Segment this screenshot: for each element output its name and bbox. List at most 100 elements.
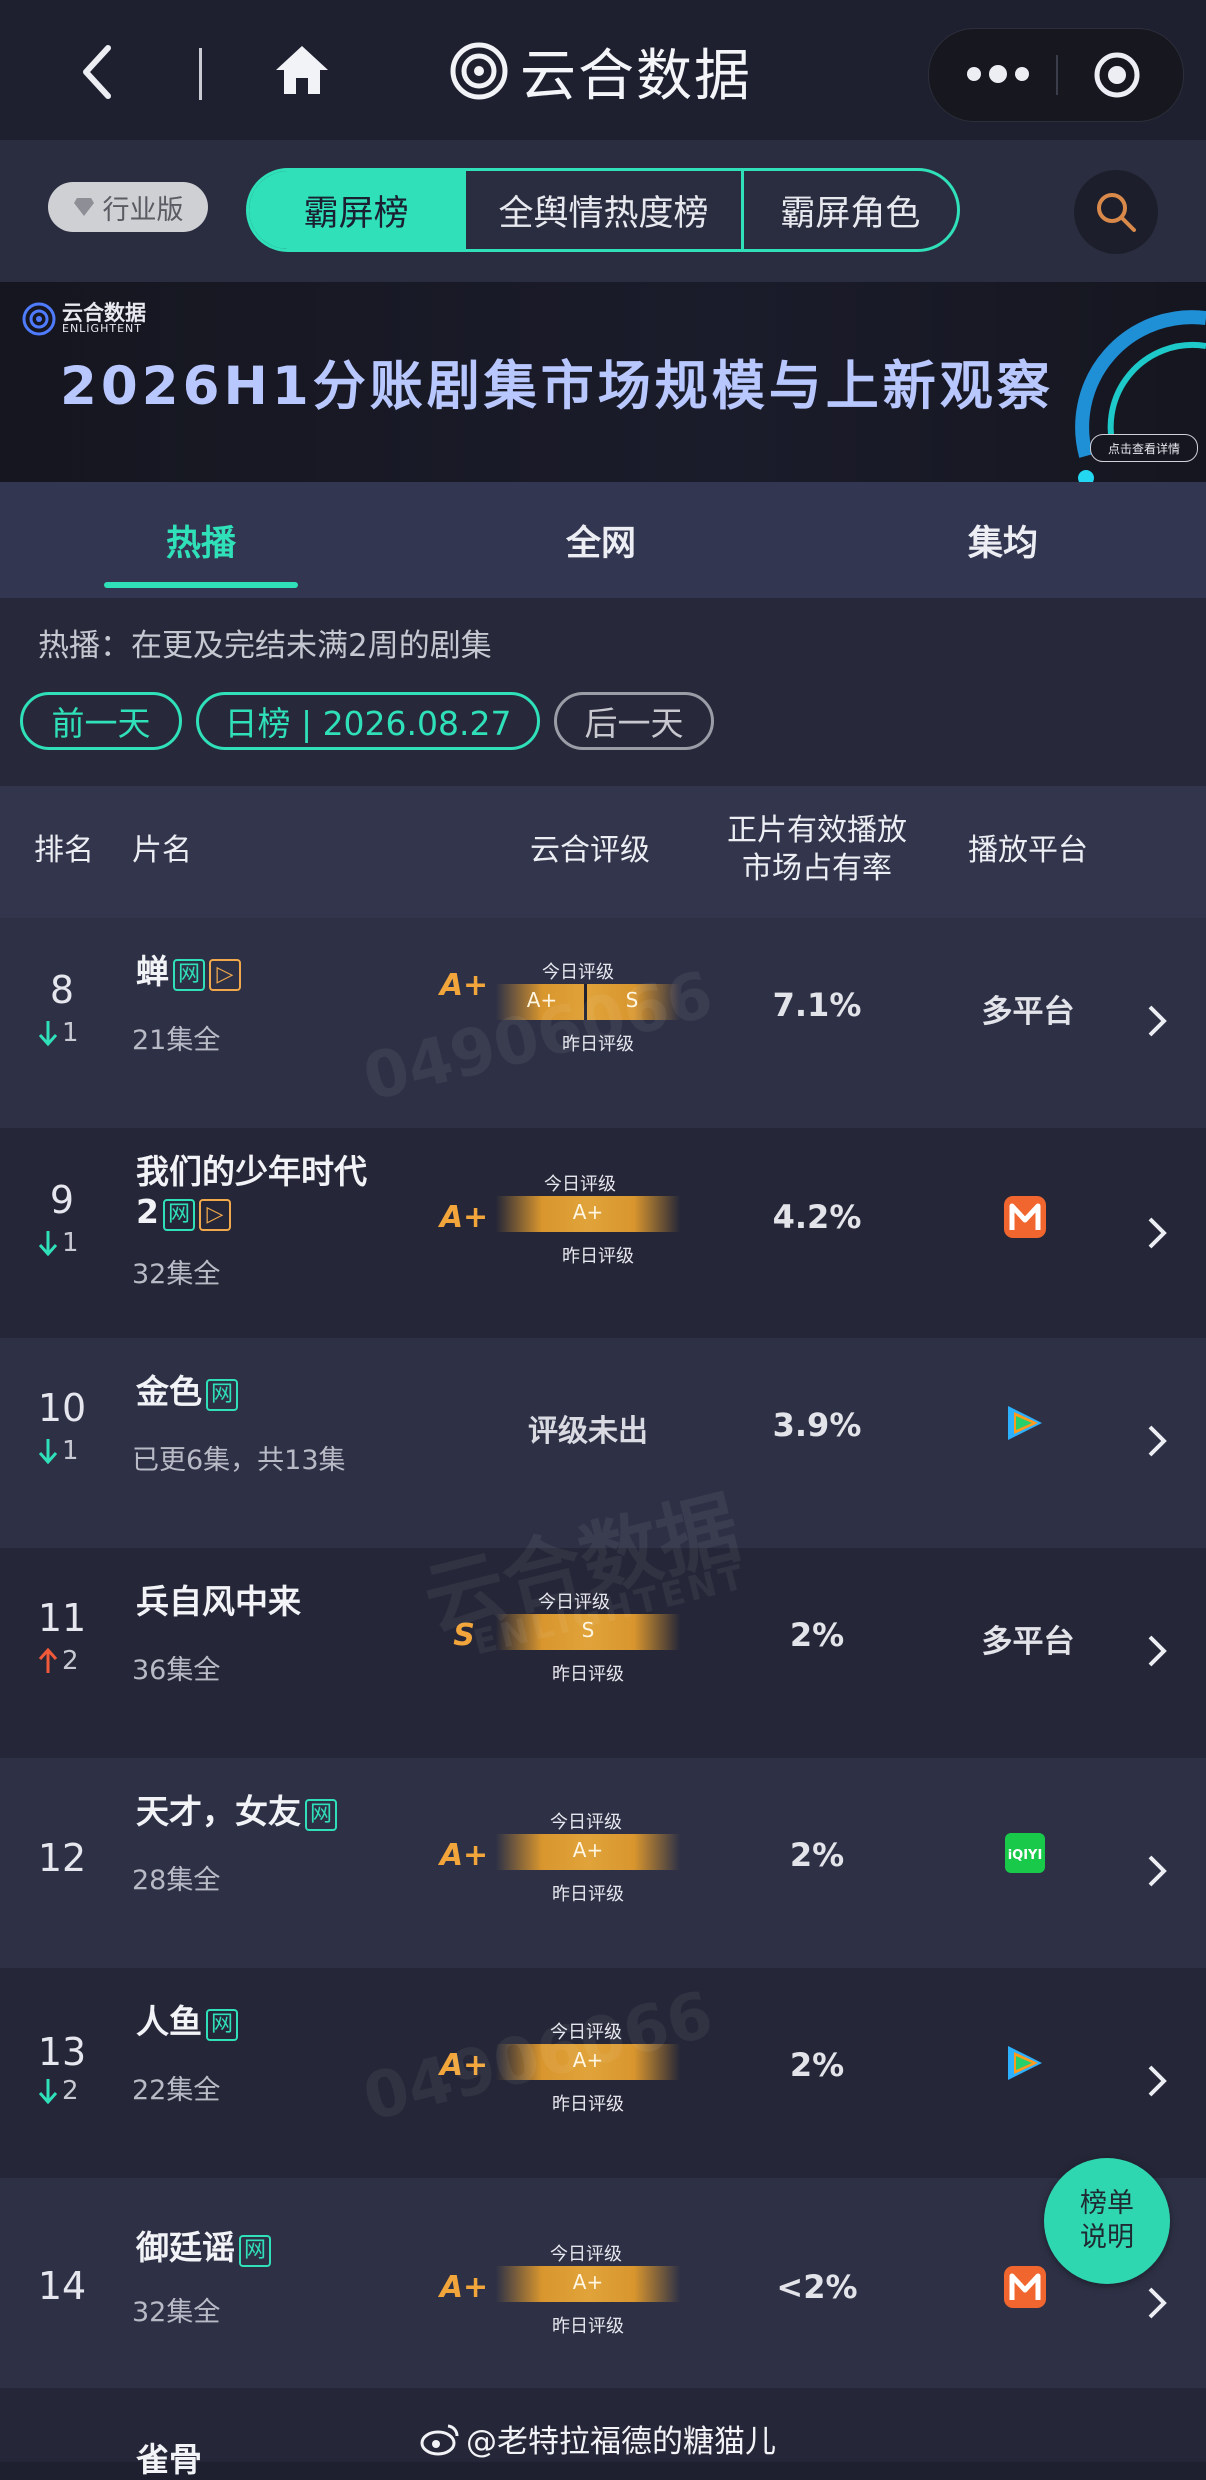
rank-down-icon <box>38 1231 58 1257</box>
yesterday-grade-label: 昨日评级 <box>552 2316 624 2337</box>
tab-hot[interactable]: 热播 <box>104 482 298 598</box>
yesterday-grade-label: 昨日评级 <box>552 1664 624 1685</box>
chevron-right-icon[interactable] <box>1146 1634 1168 1668</box>
chevron-right-icon[interactable] <box>1146 2286 1168 2320</box>
table-row[interactable]: 14 御廷谣网 32集全 A+ 今日评级 A+ 昨日评级 <2% <box>0 2178 1206 2388</box>
back-arrow-icon[interactable] <box>78 44 118 100</box>
market-share: 4.2% <box>772 1198 862 1236</box>
banner-detail-button[interactable]: 点击查看详情 <box>1090 434 1198 462</box>
segment-ba-ping-bang[interactable]: 霸屏榜 <box>249 171 464 249</box>
table-row[interactable]: 12 天才，女友网 28集全 A+ 今日评级 A+ 昨日评级 2% iQIYI <box>0 1758 1206 1968</box>
web-series-tag: 网 <box>206 2009 238 2041</box>
tab-per-episode[interactable]: 集均 <box>906 482 1100 598</box>
drama-title-text: 我们的少年时代 <box>136 1152 367 1191</box>
drama-title: 蝉网 ▷ <box>136 952 241 992</box>
search-button[interactable] <box>1074 170 1158 254</box>
episode-info: 28集全 <box>132 1865 221 1896</box>
title-bar-divider <box>199 48 202 100</box>
today-grade-label: 今日评级 <box>550 2244 622 2265</box>
date-selector[interactable]: 日榜 | 2026.08.27 <box>196 692 540 750</box>
grade-bar: A+ <box>496 2266 680 2302</box>
grade-bar-today: A+ <box>572 1200 604 1224</box>
exclusive-play-tag: ▷ <box>209 959 241 991</box>
rank-change-value: 2 <box>62 1646 79 1676</box>
close-mini-program-icon[interactable] <box>1093 51 1141 99</box>
next-day-button[interactable]: 后一天 <box>554 692 714 750</box>
banner-brand-en: ENLIGHTENT <box>62 322 142 335</box>
explanation-line1: 榜单 <box>1080 2188 1134 2219</box>
weibo-watermark: @老特拉福德的糖猫儿 <box>420 2416 776 2461</box>
chevron-right-icon[interactable] <box>1146 1004 1168 1038</box>
rank-down-icon <box>38 2079 58 2105</box>
edition-label: 行业版 <box>102 194 184 226</box>
home-icon[interactable] <box>272 40 332 100</box>
drama-title-text: 人鱼 <box>136 2002 202 2041</box>
drama-title-text: 兵自风中来 <box>136 1582 301 1621</box>
table-row[interactable]: 9 1 我们的少年时代 2 网 ▷ 32集全 A+ 今日评级 A+ 昨日评级 4.2% <box>0 1128 1206 1338</box>
today-grade-label: 今日评级 <box>544 1174 616 1195</box>
ranking-segmented-control: 霸屏榜 全舆情热度榜 霸屏角色 <box>246 168 960 252</box>
grade-label: A+ <box>439 1838 489 1873</box>
market-share: 2% <box>789 2046 845 2084</box>
mini-program-capsule <box>928 28 1184 122</box>
banner-logo-icon <box>22 302 56 336</box>
rank-change: 1 <box>38 1018 98 1048</box>
weibo-handle: @老特拉福德的糖猫儿 <box>466 2424 776 2460</box>
grade-bar: A+ <box>496 1196 680 1232</box>
col-name: 片名 <box>132 833 192 868</box>
grade-label: A+ <box>439 1200 489 1235</box>
tencent-video-icon <box>1008 2046 1042 2080</box>
promo-banner[interactable]: 云合数据 ENLIGHTENT 2026H1分账剧集市场规模与上新观察 点击查看… <box>0 282 1206 482</box>
list-description: 热播：在更及完结未满2周的剧集 <box>38 628 492 664</box>
episode-info: 21集全 <box>132 1025 221 1056</box>
yesterday-grade-label: 昨日评级 <box>562 1246 634 1267</box>
market-share: 7.1% <box>772 986 862 1024</box>
rank-number: 8 <box>49 968 75 1012</box>
chevron-right-icon[interactable] <box>1146 1854 1168 1888</box>
web-series-tag: 网 <box>239 2235 271 2267</box>
rank-number: 9 <box>49 1178 75 1222</box>
prev-day-button[interactable]: 前一天 <box>20 692 182 750</box>
ranking-explanation-button[interactable]: 榜单 说明 <box>1044 2158 1170 2284</box>
active-tab-underline <box>104 582 298 588</box>
col-share-line1: 正片有效播放 <box>727 813 907 848</box>
segment-public-opinion-heat[interactable]: 全舆情热度榜 <box>463 171 741 249</box>
weibo-icon <box>420 2424 459 2455</box>
chevron-right-icon[interactable] <box>1146 1216 1168 1250</box>
episode-info: 22集全 <box>132 2075 221 2106</box>
drama-title-text: 雀骨 <box>136 2440 202 2479</box>
drama-title: 御廷谣网 <box>136 2228 271 2268</box>
chevron-right-icon[interactable] <box>1146 1424 1168 1458</box>
grade-bar-today: A+ <box>572 2270 604 2294</box>
diamond-icon <box>73 198 94 216</box>
chevron-right-icon[interactable] <box>1146 2064 1168 2098</box>
grade-bar-today: A+ <box>572 1838 604 1862</box>
search-icon <box>1097 193 1136 232</box>
ranking-type-bar: 行业版 霸屏榜 全舆情热度榜 霸屏角色 <box>0 140 1206 282</box>
exclusive-play-tag: ▷ <box>198 1199 231 1231</box>
yesterday-grade-label: 昨日评级 <box>552 2094 624 2115</box>
date-navigation: 热播：在更及完结未满2周的剧集 前一天 日榜 | 2026.08.27 后一天 <box>0 598 1206 786</box>
mango-tv-icon <box>1004 2266 1046 2308</box>
segment-ba-ping-role[interactable]: 霸屏角色 <box>740 171 957 249</box>
rank-change: 1 <box>38 1228 98 1258</box>
banner-brand: 云合数据 ENLIGHTENT <box>22 302 146 336</box>
rank-number: 11 <box>37 1596 87 1640</box>
banner-brand-cn: 云合数据 <box>62 301 146 325</box>
iqiyi-icon: iQIYI <box>1005 1833 1045 1873</box>
market-share: 2% <box>789 1836 845 1874</box>
rank-up-icon <box>38 1647 58 1673</box>
platform-text: 多平台 <box>981 1624 1075 1660</box>
yunhe-logo-icon <box>450 42 508 100</box>
tencent-video-icon <box>1008 1406 1042 1440</box>
drama-title-text: 天才，女友 <box>136 1792 301 1831</box>
more-options-icon[interactable] <box>963 63 1033 85</box>
tab-all-web[interactable]: 全网 <box>504 482 698 598</box>
web-series-tag: 网 <box>206 1379 238 1411</box>
edition-badge[interactable]: 行业版 <box>48 182 208 232</box>
list-scope-tabs: 热播 全网 集均 <box>0 482 1206 598</box>
capsule-divider <box>1056 55 1058 95</box>
rank-change-value: 2 <box>62 2076 79 2106</box>
rank-change-value: 1 <box>62 1228 79 1258</box>
app-title: 云合数据 <box>450 36 752 109</box>
